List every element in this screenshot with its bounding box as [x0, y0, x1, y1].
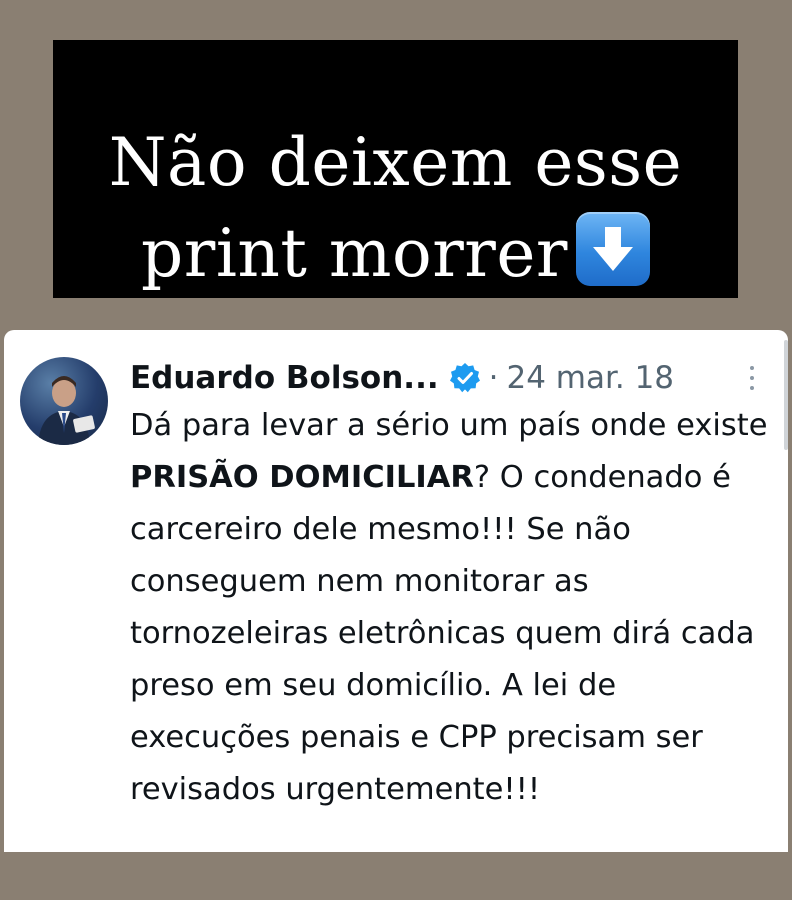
scrollbar[interactable]: [784, 340, 788, 450]
tweet-date[interactable]: 24 mar. 18: [506, 360, 674, 396]
headline-text: Não deixem esse print morrer: [53, 118, 738, 299]
tweet-header: Eduardo Bolson... · 24 mar. 18: [130, 352, 674, 404]
tweet-text-part-1: Dá para levar a sério um país onde exist…: [130, 408, 768, 443]
headline-line-2-text: print morrer: [141, 215, 568, 292]
tweet-card: Eduardo Bolson... · 24 mar. 18 Dá para l…: [4, 330, 788, 852]
verified-badge-icon: [449, 362, 481, 394]
avatar[interactable]: [20, 357, 108, 445]
headline-line-1: Não deixem esse: [108, 124, 683, 201]
down-arrow-icon: [575, 212, 650, 286]
headline-line-2: print morrer: [53, 208, 738, 299]
tweet-separator: ·: [488, 360, 499, 396]
headline-banner: Não deixem esse print morrer: [53, 40, 738, 298]
tweet-text: Dá para levar a sério um país onde exist…: [130, 400, 770, 816]
more-options-icon[interactable]: [750, 366, 756, 394]
tweet-text-bold: PRISÃO DOMICILIAR: [130, 460, 474, 495]
author-name[interactable]: Eduardo Bolson...: [130, 360, 439, 396]
tweet-text-part-2: ? O condenado é carcereiro dele mesmo!!!…: [130, 460, 755, 807]
